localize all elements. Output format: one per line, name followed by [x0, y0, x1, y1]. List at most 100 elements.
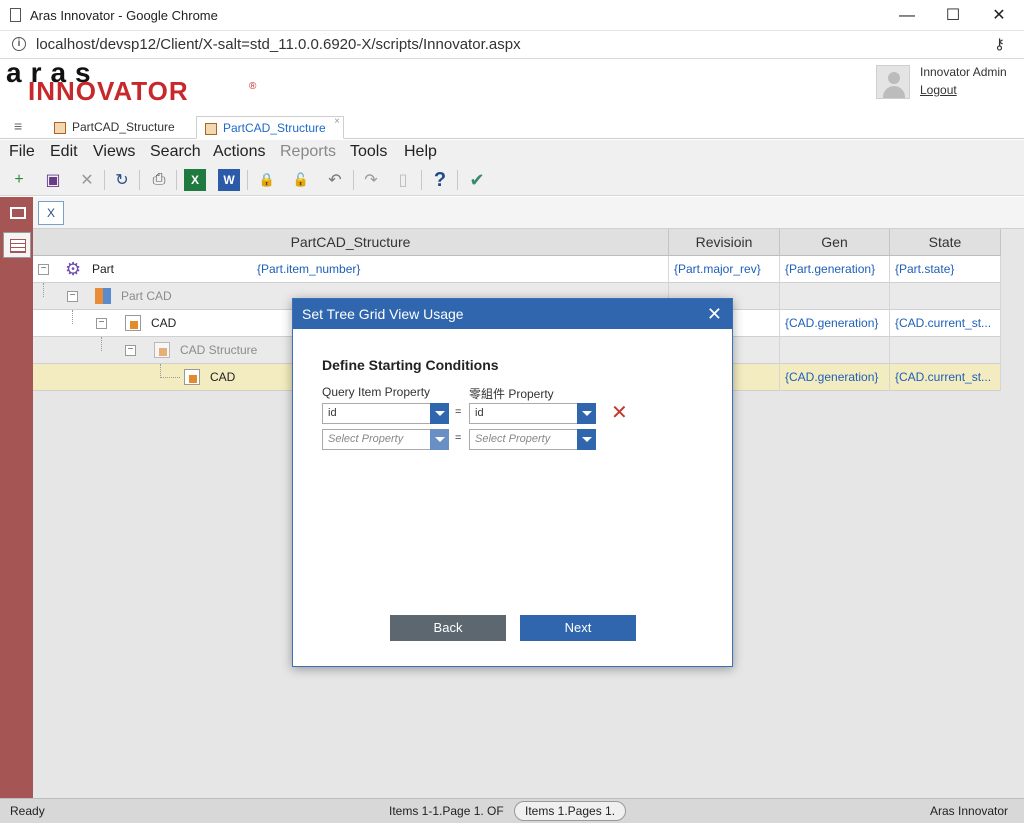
toolbar-divider — [457, 170, 458, 190]
state-cell — [890, 337, 1001, 364]
chevron-down-icon[interactable] — [577, 403, 596, 424]
url-text[interactable]: localhost/devsp12/Client/X-salt=std_11.0… — [36, 36, 521, 53]
toolbar-divider — [139, 170, 140, 190]
gen-cell: {CAD.generation} — [780, 364, 890, 391]
close-icon[interactable]: ✕ — [707, 299, 722, 329]
node-label: Part CAD — [121, 289, 172, 303]
status-app-name: Aras Innovator — [930, 804, 1009, 818]
new-item-icon[interactable]: + — [8, 169, 30, 191]
chevron-down-icon[interactable] — [577, 429, 596, 450]
part-property-select-1[interactable]: id — [469, 403, 596, 424]
help-icon[interactable]: ? — [429, 169, 451, 191]
dialog-heading: Define Starting Conditions — [322, 357, 499, 373]
logo-innovator: INNOVATOR — [28, 76, 189, 106]
collapse-toggle[interactable]: − — [125, 345, 136, 356]
refresh-icon[interactable]: ↻ — [111, 169, 133, 191]
item-number-cell: {Part.item_number} — [257, 262, 361, 276]
excel-icon[interactable]: X — [184, 169, 206, 191]
part-property-select-2[interactable]: Select Property — [469, 429, 596, 450]
undo-icon[interactable]: ↶ — [324, 169, 346, 191]
table-row[interactable]: − ⚙ Part {Part.item_number} {Part.major_… — [33, 256, 1001, 283]
menu-tools[interactable]: Tools — [350, 143, 387, 161]
window-title: Aras Innovator - Google Chrome — [30, 8, 218, 23]
chevron-down-icon[interactable] — [430, 403, 449, 424]
logout-link[interactable]: Logout — [920, 83, 957, 97]
status-pages-pill[interactable]: Items 1.Pages 1. — [514, 801, 627, 821]
menu-file[interactable]: File — [9, 143, 35, 161]
menu-reports[interactable]: Reports — [280, 143, 336, 161]
remove-condition-icon[interactable]: ✕ — [611, 400, 628, 425]
logo-registered: ® — [249, 81, 257, 92]
tab-partcad-structure-2[interactable]: PartCAD_Structure × — [196, 116, 344, 139]
sidebar-form-button[interactable] — [3, 200, 31, 226]
word-icon[interactable]: W — [218, 169, 240, 191]
item-type-icon — [205, 123, 217, 135]
print-icon[interactable]: ⎙ — [148, 169, 170, 191]
collapse-toggle[interactable]: − — [96, 318, 107, 329]
state-cell: {CAD.current_st... — [890, 364, 1001, 391]
user-name: Innovator Admin — [920, 65, 1007, 79]
info-icon[interactable]: i — [12, 37, 26, 51]
discard-icon[interactable]: ✕ — [76, 169, 98, 191]
tab-bar: ≡ PartCAD_Structure PartCAD_Structure × — [0, 114, 1024, 139]
grid-header: PartCAD_Structure Revisioin Gen State — [33, 229, 1001, 256]
select-placeholder: Select Property — [475, 433, 551, 445]
status-bar: Ready Items 1-1.Page 1. OF Items 1.Pages… — [0, 798, 1024, 823]
unlock-icon[interactable]: 🔓 — [290, 169, 312, 191]
close-window-button[interactable]: ✕ — [976, 2, 1022, 30]
address-bar[interactable]: i localhost/devsp12/Client/X-salt=std_11… — [0, 31, 1024, 59]
close-tab-icon[interactable]: × — [334, 116, 340, 127]
done-icon[interactable]: ✔ — [466, 169, 488, 191]
chevron-down-icon[interactable] — [430, 429, 449, 450]
menu-help[interactable]: Help — [404, 143, 437, 161]
menu-search[interactable]: Search — [150, 143, 201, 161]
sidebar-grid-button[interactable] — [3, 232, 31, 258]
lock-icon[interactable]: 🔒 — [256, 169, 278, 191]
tree-line — [43, 283, 44, 297]
tab-partcad-structure-1[interactable]: PartCAD_Structure — [46, 116, 190, 139]
menu-bar: File Edit Views Search Actions Reports T… — [0, 140, 1024, 164]
next-button[interactable]: Next — [520, 615, 636, 641]
part-property-label: 零組件 Property — [469, 387, 554, 401]
tree-line — [72, 310, 73, 324]
app-header: aras INNOVATOR ® Innovator Admin Logout — [0, 59, 1024, 114]
column-header-structure[interactable]: PartCAD_Structure — [33, 229, 669, 256]
menu-actions[interactable]: Actions — [213, 143, 265, 161]
query-item-property-label: Query Item Property — [322, 385, 431, 399]
tab-label: PartCAD_Structure — [72, 120, 175, 134]
hamburger-icon[interactable]: ≡ — [14, 118, 22, 134]
gen-cell: {Part.generation} — [780, 256, 890, 283]
menu-views[interactable]: Views — [93, 143, 135, 161]
column-header-state[interactable]: State — [890, 229, 1001, 256]
dialog-header: Set Tree Grid View Usage ✕ — [293, 299, 732, 329]
save-icon[interactable]: ▣ — [42, 169, 64, 191]
tree-cell: − ⚙ Part {Part.item_number} — [33, 256, 669, 283]
toolbar-divider — [421, 170, 422, 190]
select-value: id — [475, 407, 484, 419]
tree-grid-usage-dialog: Set Tree Grid View Usage ✕ Define Starti… — [292, 298, 733, 667]
tab-label: PartCAD_Structure — [223, 121, 326, 135]
state-cell — [890, 283, 1001, 310]
collapse-toggle[interactable]: − — [38, 264, 49, 275]
state-cell: {CAD.current_st... — [890, 310, 1001, 337]
left-sidebar — [0, 197, 33, 798]
back-button[interactable]: Back — [390, 615, 506, 641]
column-header-revision[interactable]: Revisioin — [669, 229, 780, 256]
maximize-button[interactable]: ☐ — [930, 2, 976, 30]
minimize-button[interactable]: — — [884, 2, 930, 30]
query-property-select-2[interactable]: Select Property — [322, 429, 449, 450]
collapse-toggle[interactable]: − — [67, 291, 78, 302]
menu-edit[interactable]: Edit — [50, 143, 78, 161]
clipboard-icon[interactable]: ▯ — [392, 169, 414, 191]
query-property-select-1[interactable]: id — [322, 403, 449, 424]
key-icon[interactable]: ⚷ — [994, 35, 1005, 53]
node-label: CAD — [151, 316, 177, 330]
tree-line — [160, 364, 180, 378]
page-icon — [10, 8, 21, 22]
column-header-gen[interactable]: Gen — [780, 229, 890, 256]
state-cell: {Part.state} — [890, 256, 1001, 283]
toolbar-divider — [176, 170, 177, 190]
export-excel-icon[interactable]: X — [38, 201, 64, 225]
redo-icon[interactable]: ↷ — [360, 169, 382, 191]
status-ready: Ready — [10, 804, 45, 818]
